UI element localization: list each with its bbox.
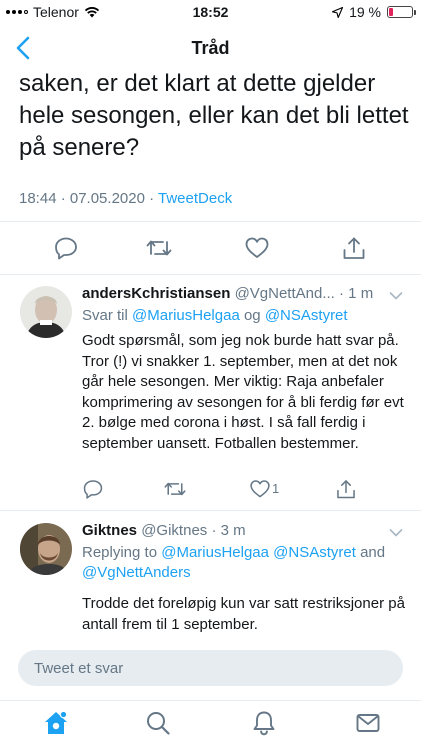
battery-level <box>389 8 394 16</box>
share-icon[interactable] <box>335 478 357 500</box>
reply-to-prefix: Replying to <box>82 544 162 561</box>
divider <box>0 221 421 222</box>
main-tweet-actions <box>0 230 421 266</box>
main-tweet-text: saken, er det klart at dette gjelder hel… <box>19 70 409 161</box>
reply-header: andersKchristiansen @VgNettAnd... · 1 m <box>82 285 373 302</box>
main-tweet-source-link[interactable]: TweetDeck <box>158 190 232 207</box>
main-tweet-timestamp: 18:44 · 07.05.2020 · <box>19 190 158 207</box>
search-icon[interactable] <box>144 709 172 737</box>
battery-percent: 19 % <box>349 4 381 20</box>
reply-to-line: Replying to @MariusHelgaa @NSAstyret and… <box>82 543 407 583</box>
status-bar: Telenor 18:52 19 % <box>0 0 421 24</box>
messages-icon[interactable] <box>354 709 382 737</box>
retweet-icon[interactable] <box>164 478 186 500</box>
retweet-icon[interactable] <box>146 235 172 261</box>
chevron-down-icon[interactable] <box>389 291 403 301</box>
avatar[interactable] <box>20 286 72 338</box>
reply-to-joiner: and <box>355 544 386 561</box>
mention-link[interactable]: @NSAstyret <box>265 307 348 324</box>
like-icon[interactable] <box>249 478 271 500</box>
chevron-down-icon[interactable] <box>389 528 403 538</box>
reply-input[interactable] <box>18 650 403 686</box>
reply-tweet[interactable]: andersKchristiansen @VgNettAnd... · 1 m … <box>0 274 421 510</box>
reply-to-line: Svar til @MariusHelgaa og @NSAstyret <box>82 306 407 326</box>
avatar[interactable] <box>20 523 72 575</box>
reply-icon[interactable] <box>82 478 104 500</box>
status-right: 19 % <box>332 4 416 20</box>
share-icon[interactable] <box>341 235 367 261</box>
reply-icon[interactable] <box>53 235 79 261</box>
main-tweet-meta: 18:44 · 07.05.2020 · TweetDeck <box>19 190 232 207</box>
reply-time: · 3 m <box>211 522 246 539</box>
reply-time: · 1 m <box>339 285 374 302</box>
reply-tweet[interactable]: Giktnes @Giktnes · 3 m Replying to @Mari… <box>0 511 421 641</box>
nav-bar: Tråd <box>0 28 421 68</box>
author-name[interactable]: Giktnes <box>82 522 137 539</box>
reply-text: Godt spørsmål, som jeg nok burde hatt sv… <box>82 332 404 452</box>
mention-link[interactable]: @NSAstyret <box>273 544 356 561</box>
reply-to-joiner: og <box>239 307 265 324</box>
like-icon[interactable] <box>244 235 270 261</box>
reply-text: Trodde det foreløpig kun var satt restri… <box>82 595 405 633</box>
author-name[interactable]: andersKchristiansen <box>82 285 230 302</box>
notifications-icon[interactable] <box>250 709 278 737</box>
reply-to-prefix: Svar til <box>82 307 133 324</box>
mention-link[interactable]: @VgNettAnders <box>82 564 191 581</box>
reply-composer[interactable] <box>18 650 403 686</box>
author-handle[interactable]: @VgNettAnd... <box>235 285 335 302</box>
tab-bar <box>0 700 421 750</box>
author-handle[interactable]: @Giktnes <box>141 522 207 539</box>
mention-link[interactable]: @MariusHelgaa <box>161 544 269 561</box>
battery-icon <box>387 6 416 18</box>
mention-link[interactable]: @MariusHelgaa <box>132 307 240 324</box>
reply-actions: 1 <box>82 478 372 502</box>
like-count: 1 <box>272 481 280 496</box>
home-icon[interactable] <box>42 709 70 737</box>
location-arrow-icon <box>332 6 344 18</box>
page-title: Tråd <box>191 38 230 58</box>
reply-header: Giktnes @Giktnes · 3 m <box>82 522 246 539</box>
